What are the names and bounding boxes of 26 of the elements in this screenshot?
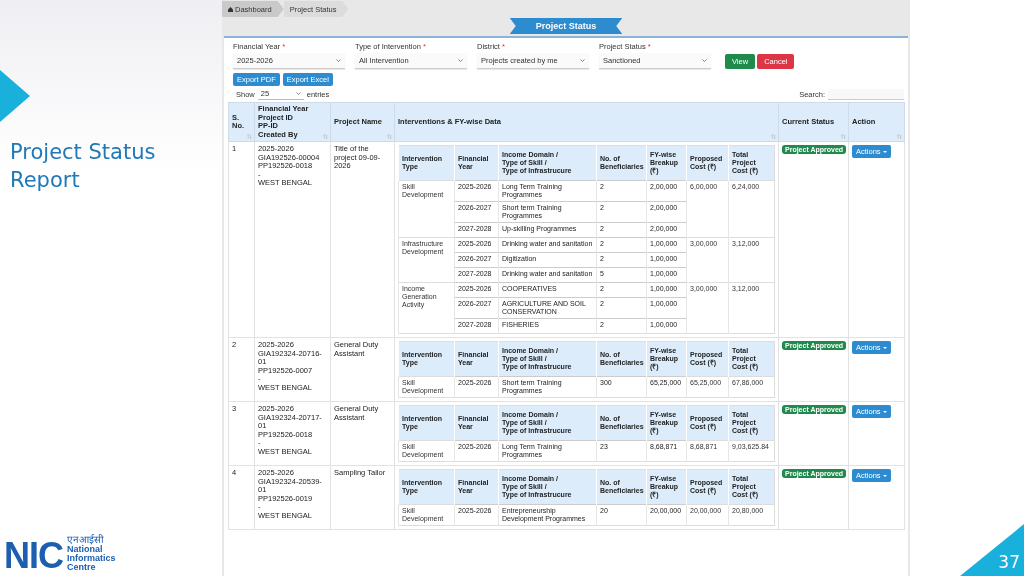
search-field[interactable] [828,88,904,100]
slide-title: Project Status Report [10,139,157,194]
caret-icon [882,150,887,153]
logo-text: National [67,545,103,554]
chevron-down-icon [580,59,585,62]
sort-icon[interactable] [387,134,392,139]
chevron-down-icon [295,92,301,95]
logo-text: एनआईसी [67,534,105,545]
page-banner: Project Status [509,18,623,34]
sort-icon[interactable] [771,134,776,139]
sort-icon[interactable] [841,134,846,139]
sort-icon[interactable] [247,134,252,139]
triangle-icon [0,70,30,122]
caret-icon [882,474,887,477]
home-icon [228,6,233,12]
logo-text: Informatics [67,554,116,563]
chevron-down-icon [336,59,341,62]
sort-icon[interactable] [897,134,902,139]
logo-mark: NIC [4,540,63,572]
logo-text: Centre [67,563,97,572]
caret-icon [882,410,887,413]
chevron-down-icon [458,59,463,62]
page-number: 37 [998,552,1020,572]
caret-icon [882,346,887,349]
sort-icon[interactable] [323,134,328,139]
chevron-down-icon [702,59,707,62]
